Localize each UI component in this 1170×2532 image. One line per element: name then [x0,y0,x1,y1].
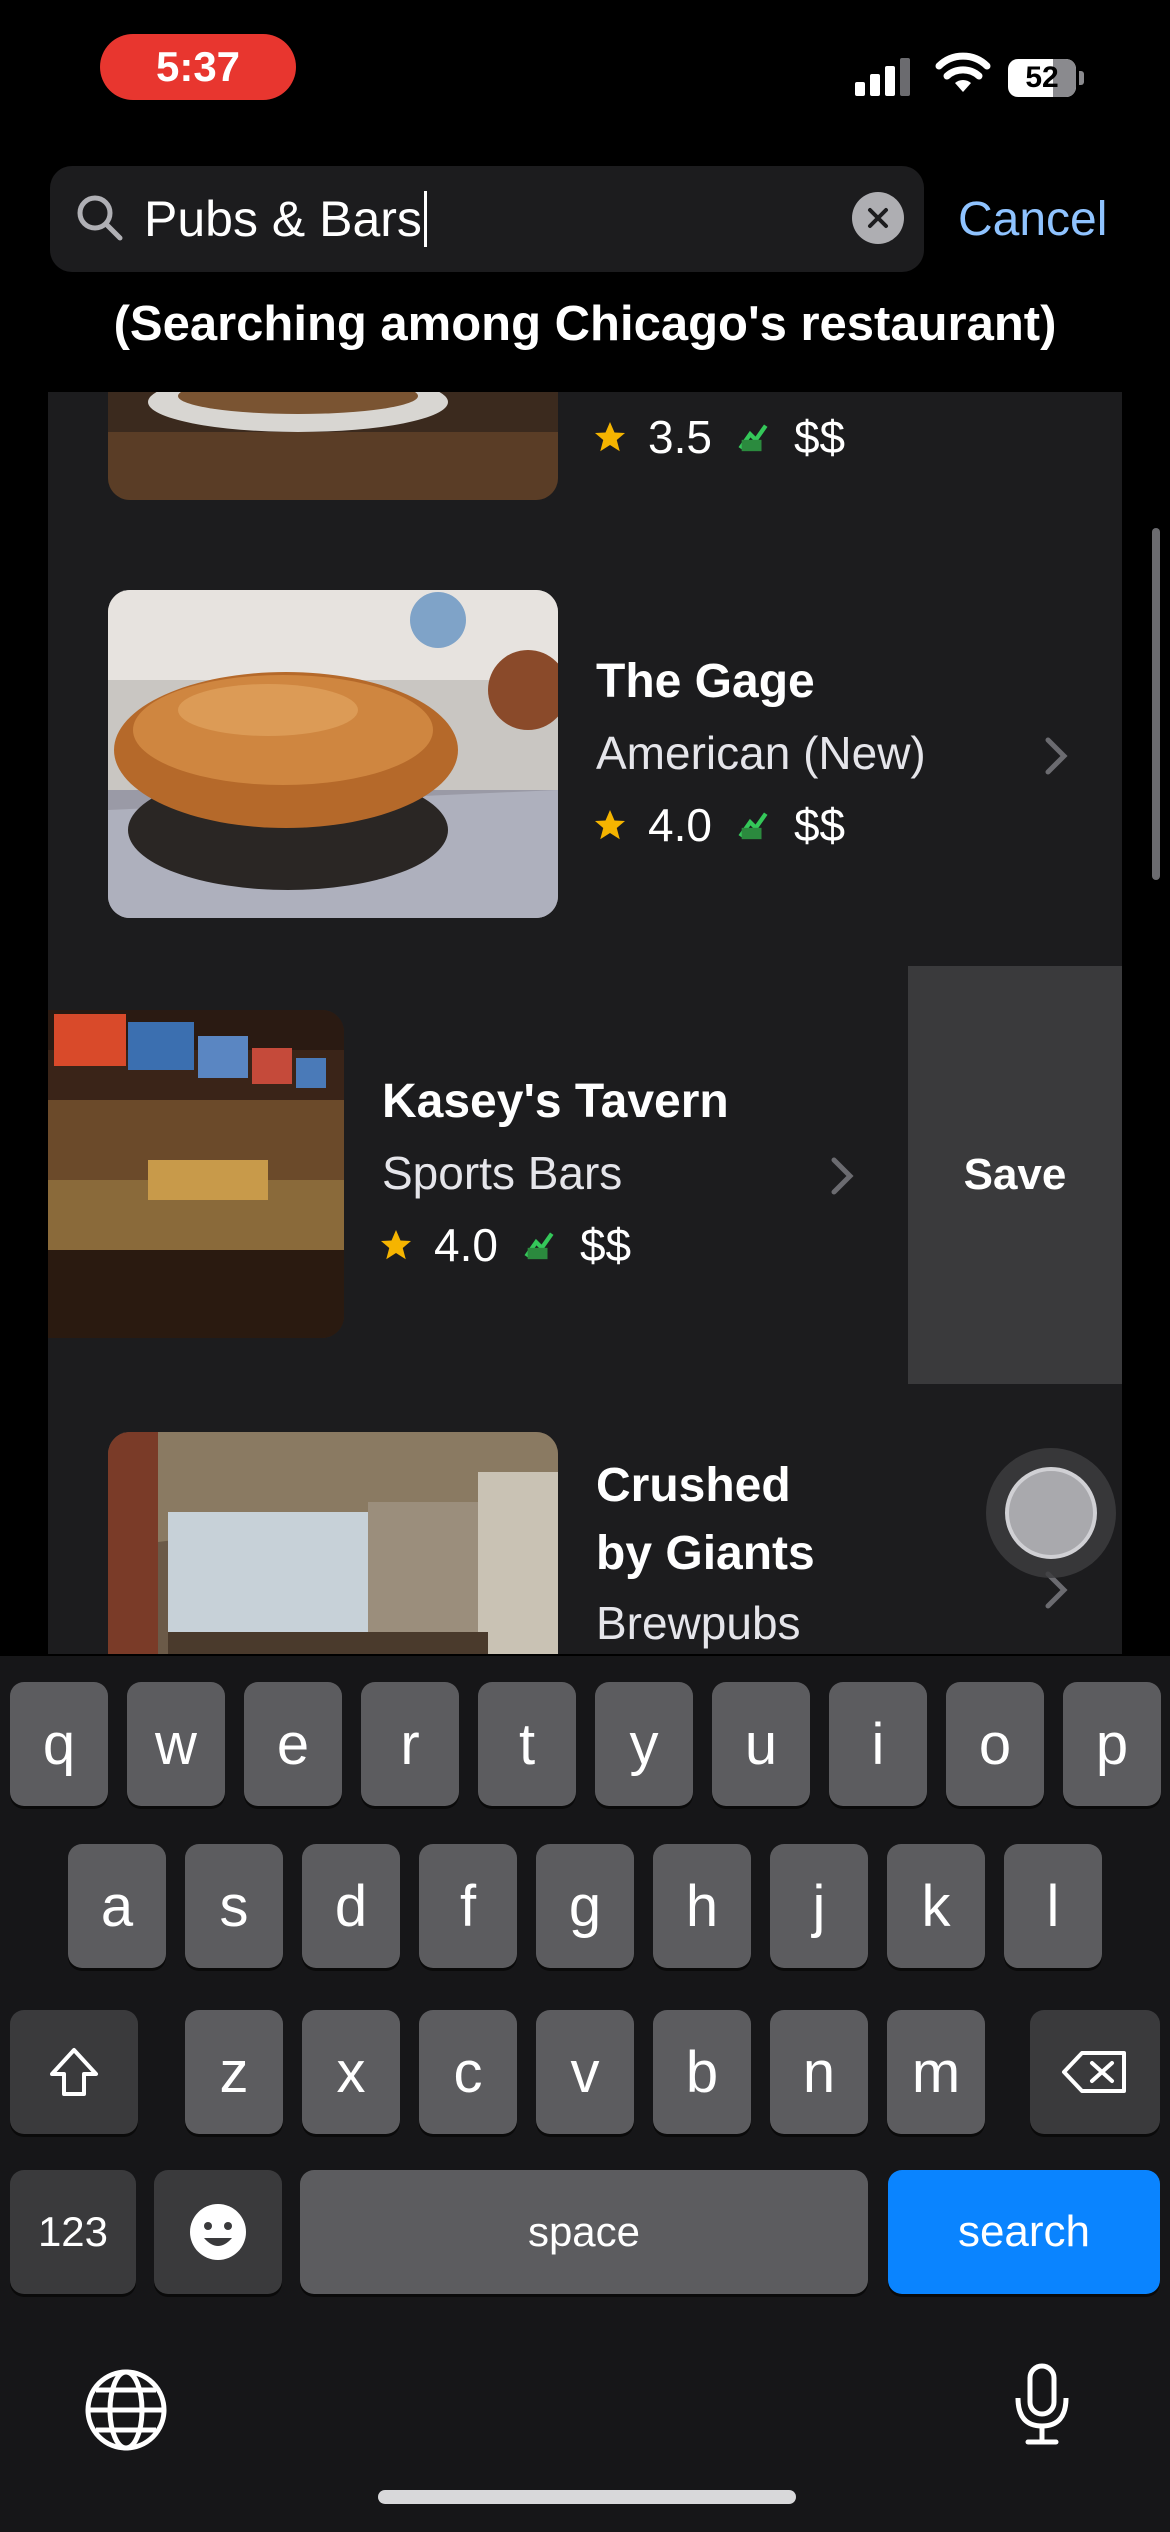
price-level: $$ [793,799,846,851]
key-q[interactable]: q [10,1682,108,1806]
rating-value: 4.0 [648,799,712,851]
price-icon [738,812,768,840]
key-i[interactable]: i [829,1682,927,1806]
search-key[interactable]: search [888,2170,1160,2294]
key-e[interactable]: e [244,1682,342,1806]
chevron-right-icon [831,1157,854,1195]
key-p[interactable]: p [1063,1682,1161,1806]
cancel-button[interactable]: Cancel [958,184,1107,254]
rating-row: 3.5 $$ [592,410,845,464]
key-r[interactable]: r [361,1682,459,1806]
chevron-right-icon [1045,737,1068,775]
emoji-key[interactable] [154,2170,282,2294]
shift-key[interactable] [10,2010,138,2134]
key-d[interactable]: d [302,1844,400,1968]
star-icon [595,810,625,840]
home-indicator[interactable] [378,2490,796,2504]
battery-icon: 52 [1008,58,1088,98]
globe-icon[interactable] [82,2366,170,2454]
search-input[interactable]: Pubs & Bars [144,186,884,252]
text-caret [423,191,427,247]
status-time: 5:37 [100,34,296,100]
restaurant-name-line1: Crushed [596,1459,791,1512]
restaurant-name-line2: by Giants [596,1527,815,1580]
restaurant-photo [108,590,558,918]
search-bar[interactable]: Pubs & Bars [50,166,924,272]
search-scope-subtitle: (Searching among Chicago's restaurant) [113,297,1057,351]
restaurant-name: Kasey's Tavern [382,1075,729,1128]
rating-row: 4.0 $$ [378,1218,631,1272]
restaurant-category: Brewpubs [596,1597,801,1649]
key-o[interactable]: o [946,1682,1044,1806]
search-icon [77,195,123,241]
key-j[interactable]: j [770,1844,868,1968]
star-icon [595,422,625,452]
restaurant-name: The Gage [596,655,815,708]
restaurant-photo [48,1010,344,1338]
delete-icon [1062,2051,1126,2093]
price-icon [738,424,768,452]
key-u[interactable]: u [712,1682,810,1806]
list-item-swiped[interactable]: Kasey's Tavern Sports Bars 4.0 $$ [48,966,908,1384]
numbers-key[interactable]: 123 [10,2170,136,2294]
key-w[interactable]: w [127,1682,225,1806]
rating-value: 4.0 [434,1219,498,1271]
rating-value: 3.5 [648,411,712,463]
key-f[interactable]: f [419,1844,517,1968]
restaurant-category: American (New) [596,727,926,779]
key-t[interactable]: t [478,1682,576,1806]
clear-icon[interactable] [852,192,904,244]
key-g[interactable]: g [536,1844,634,1968]
emoji-icon [190,2204,246,2260]
key-x[interactable]: x [302,2010,400,2134]
assistive-touch-button[interactable] [986,1448,1116,1578]
key-l[interactable]: l [1004,1844,1102,1968]
keyboard: qwertyuiop asdfghjkl zxcvbnm 123 space s… [0,1656,1170,2532]
rating-row: 4.0 $$ [592,798,845,852]
key-n[interactable]: n [770,2010,868,2134]
key-k[interactable]: k [887,1844,985,1968]
delete-key[interactable] [1030,2010,1160,2134]
key-m[interactable]: m [887,2010,985,2134]
key-b[interactable]: b [653,2010,751,2134]
key-h[interactable]: h [653,1844,751,1968]
key-a[interactable]: a [68,1844,166,1968]
restaurant-category: Sports Bars [382,1147,623,1199]
price-level: $$ [579,1219,632,1271]
cellular-signal-icon [855,56,915,96]
price-icon [524,1232,554,1260]
battery-level: 52 [1025,61,1059,94]
price-level: $$ [793,411,846,463]
wifi-icon [935,52,991,92]
search-query: Pubs & Bars [144,191,422,247]
key-s[interactable]: s [185,1844,283,1968]
key-v[interactable]: v [536,2010,634,2134]
scroll-indicator[interactable] [1152,528,1160,880]
star-icon [381,1230,411,1260]
restaurant-photo [108,392,558,500]
key-z[interactable]: z [185,2010,283,2134]
key-y[interactable]: y [595,1682,693,1806]
space-key[interactable]: space [300,2170,868,2294]
restaurant-photo [108,1432,558,1654]
microphone-icon[interactable] [998,2360,1086,2448]
save-button[interactable]: Save [908,966,1122,1384]
shift-icon [50,2048,98,2096]
key-c[interactable]: c [419,2010,517,2134]
